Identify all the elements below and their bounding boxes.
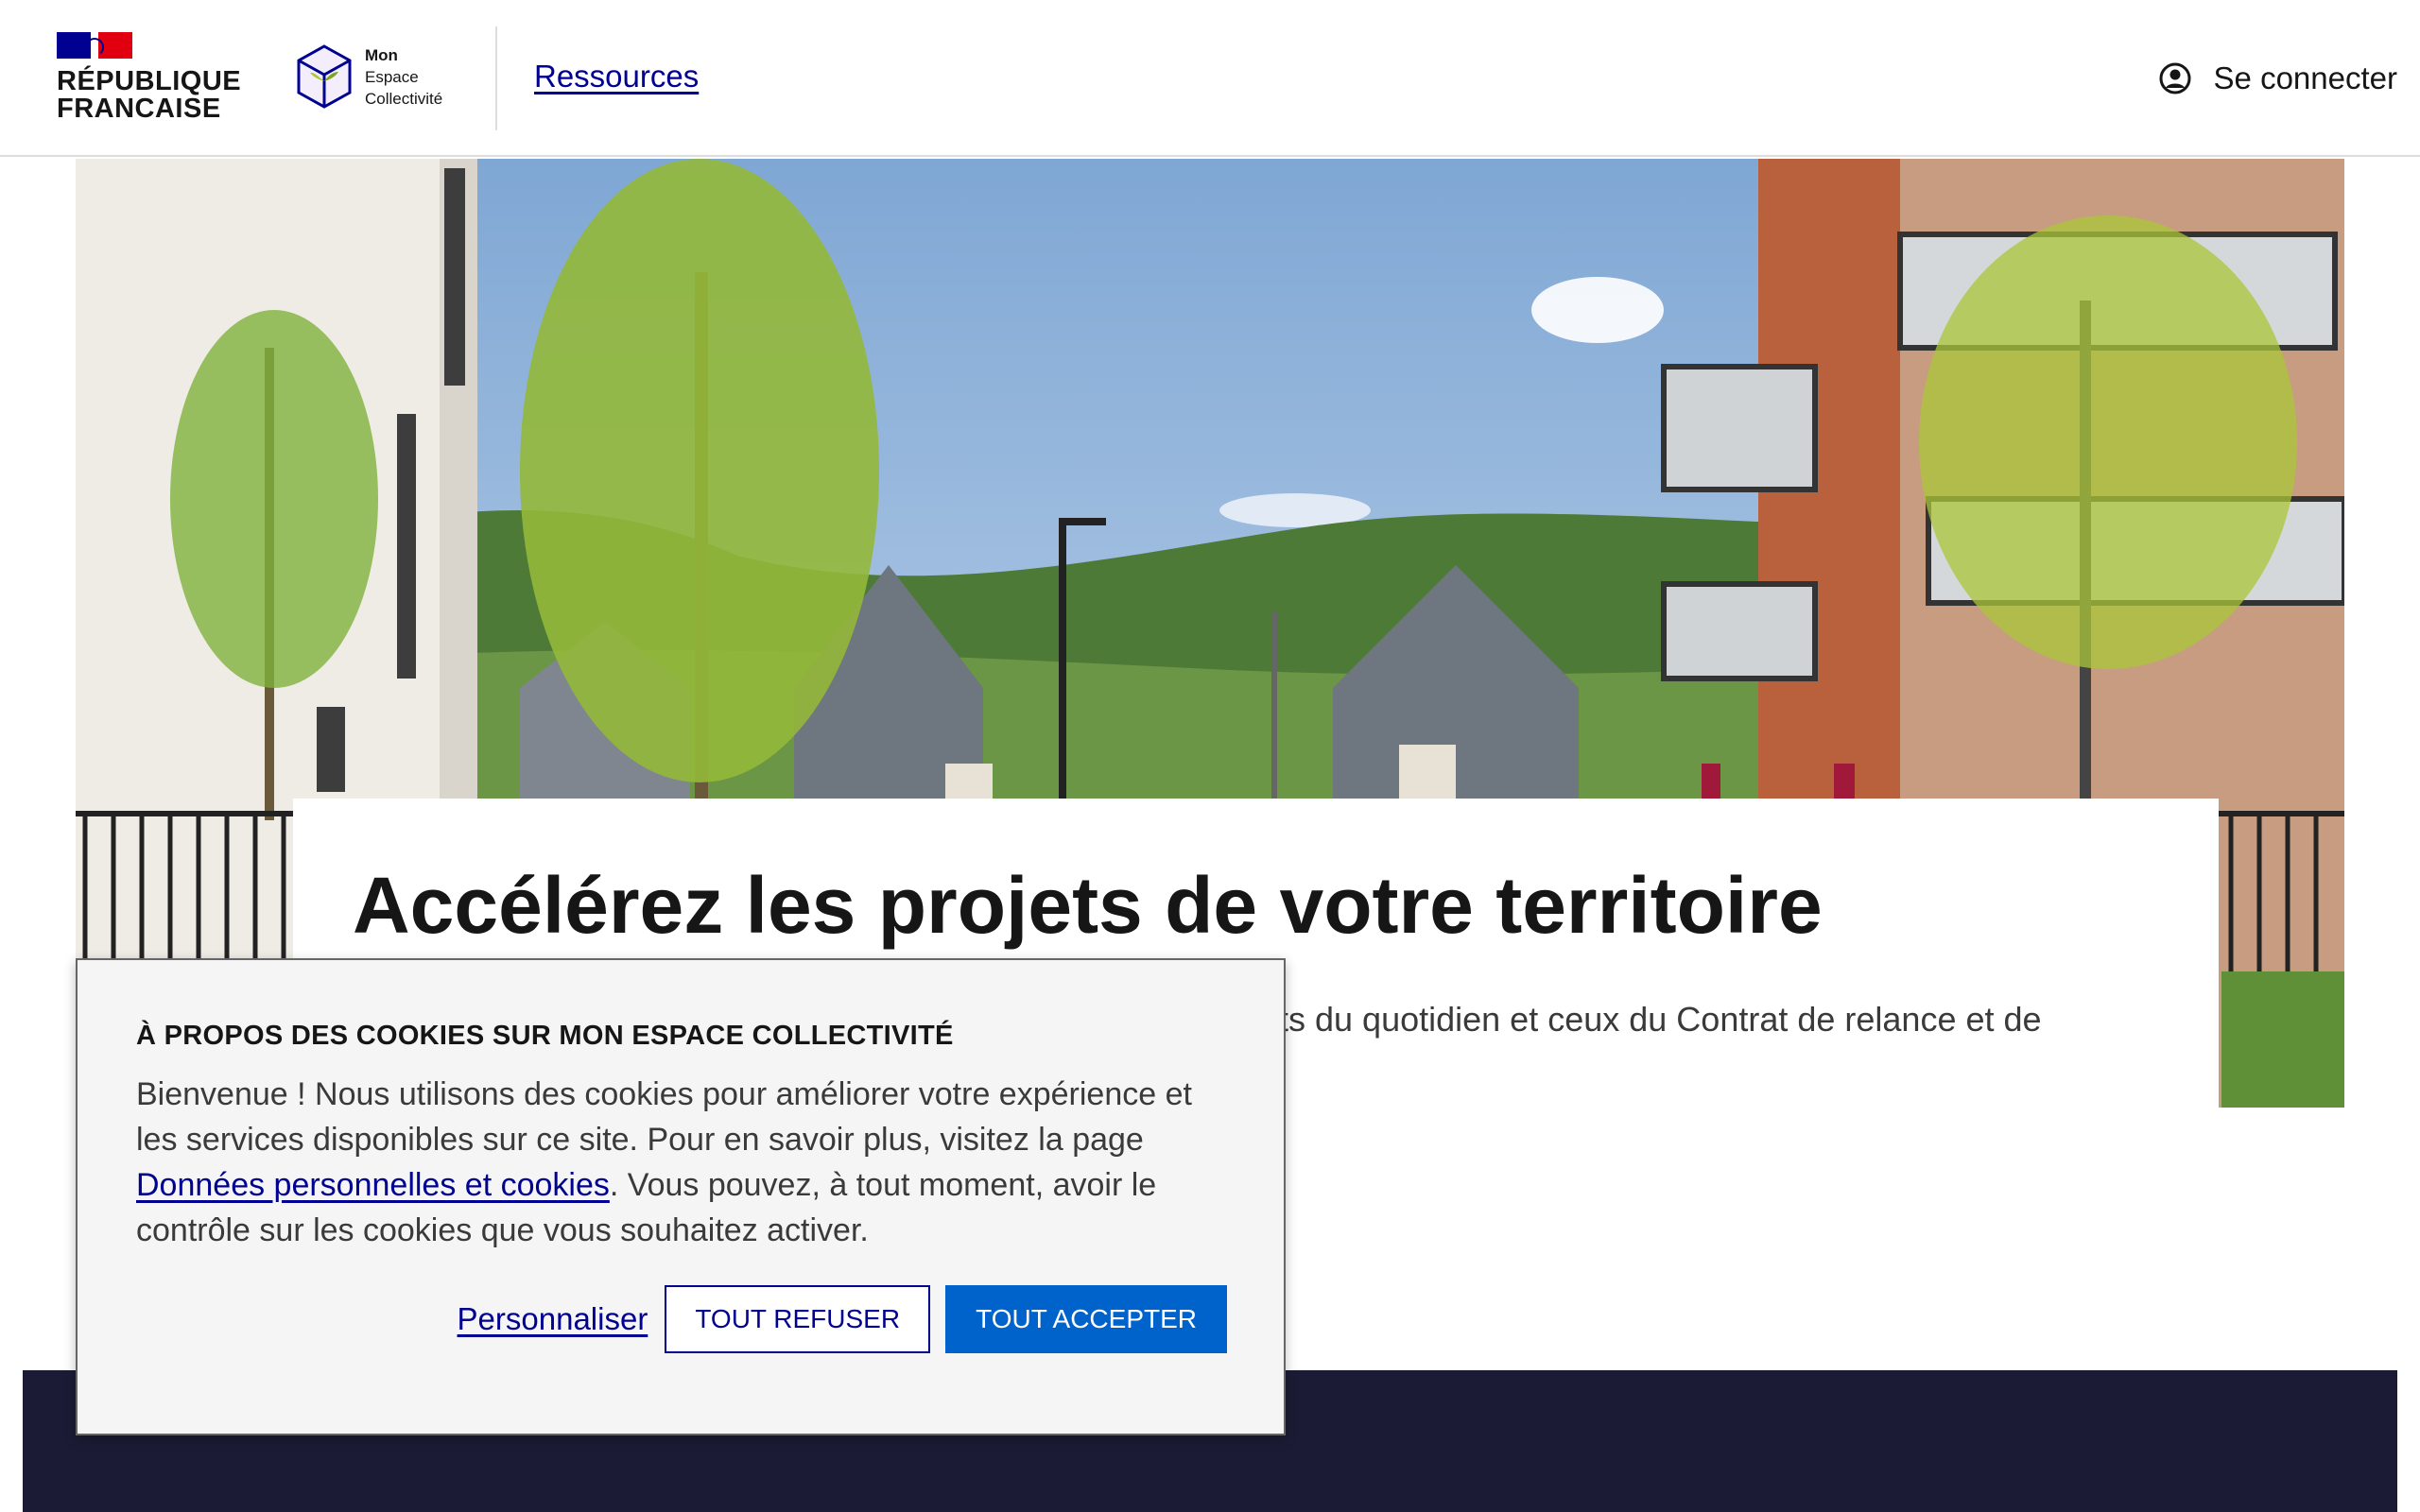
personal-data-cookies-link[interactable]: Données personnelles et cookies <box>136 1167 610 1203</box>
cookie-body-text-1: Bienvenue ! Nous utilisons des cookies p… <box>136 1076 1192 1158</box>
accept-all-cookies-button[interactable]: TOUT ACCEPTER <box>945 1285 1227 1353</box>
hero-subtitle: ts du quotidien et ceux du Contrat de re… <box>1279 1000 2042 1040</box>
login-label: Se connecter <box>2213 60 2397 95</box>
mon-espace-collectivite-logo[interactable]: Mon Espace Collectivité <box>295 43 442 110</box>
hero-subtitle-text: ts du quotidien et ceux du Contrat de re… <box>1279 1000 2042 1039</box>
cookie-dialog-title: À PROPOS DES COOKIES SUR MON ESPACE COLL… <box>136 1021 954 1051</box>
cookie-actions: Personnaliser TOUT REFUSER TOUT ACCEPTER <box>458 1285 1227 1353</box>
brand-line-collectivite: Collectivité <box>365 89 443 108</box>
cookie-dialog-body: Bienvenue ! Nous utilisons des cookies p… <box>136 1072 1233 1253</box>
brand-line-mon: Mon <box>365 45 398 64</box>
brand-line-espace: Espace <box>365 67 419 86</box>
republique-line-1: RÉPUBLIQUE <box>57 66 242 96</box>
cookie-consent-dialog: À PROPOS DES COOKIES SUR MON ESPACE COLL… <box>76 958 1286 1435</box>
customize-cookies-button[interactable]: Personnaliser <box>458 1301 648 1337</box>
cube-seedling-icon <box>297 44 352 109</box>
login-button[interactable]: Se connecter <box>2159 60 2397 96</box>
user-circle-icon <box>2159 62 2191 94</box>
refuse-all-cookies-button[interactable]: TOUT REFUSER <box>665 1285 931 1353</box>
nav-link-ressources[interactable]: Ressources <box>534 59 699 94</box>
republique-francaise-logo[interactable]: RÉPUBLIQUE FRANCAISE <box>57 32 241 123</box>
republique-line-2: FRANCAISE <box>57 94 221 124</box>
hero-title: Accélérez les projets de votre territoir… <box>353 861 1823 950</box>
site-header: RÉPUBLIQUE FRANCAISE Mon Espace Collecti… <box>0 0 2420 157</box>
header-divider <box>495 26 497 130</box>
marianne-flag-icon <box>57 32 132 59</box>
